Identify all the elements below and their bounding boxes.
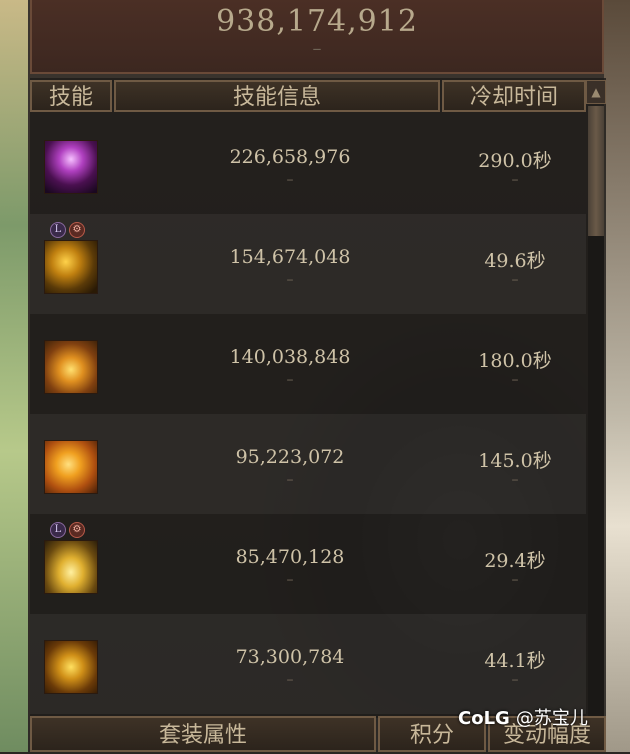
damage-change: – [286, 472, 294, 488]
total-damage-panel: 938,174,912 – [30, 0, 604, 74]
damage-change: – [286, 372, 294, 388]
skill-damage: 140,038,848 [229, 346, 351, 368]
gear-badge-icon: ⚙ [69, 222, 85, 238]
table-row[interactable]: 73,300,784 – 44.1秒 – [30, 614, 586, 714]
cooldown-change: – [511, 272, 519, 288]
golden-wings-skill-icon [44, 640, 98, 694]
tab-set-attributes[interactable]: 套装属性 [30, 716, 376, 752]
cooldown-change: – [511, 472, 519, 488]
golden-burst-skill-icon [44, 240, 98, 294]
colg-logo: CoLG [458, 708, 510, 729]
flame-blades-skill-icon [44, 440, 98, 494]
skill-cooldown: 49.6秒 [484, 250, 546, 272]
watermark-user: @苏宝儿 [515, 708, 588, 729]
left-background-strip [0, 0, 28, 752]
table-row[interactable]: L ⚙ 85,470,128 – 29.4秒 – [30, 514, 586, 614]
skill-damage: 85,470,128 [235, 546, 345, 568]
skill-badges: L ⚙ [50, 217, 88, 238]
right-background-strip [604, 0, 630, 752]
total-damage-change: – [312, 38, 322, 59]
skill-damage: 226,658,976 [229, 146, 351, 168]
column-header-skill[interactable]: 技能 [30, 80, 112, 112]
skill-cooldown: 290.0秒 [478, 150, 552, 172]
cooldown-change: – [511, 372, 519, 388]
table-row[interactable]: 140,038,848 – 180.0秒 – [30, 314, 586, 414]
level-badge-icon: L [50, 522, 66, 538]
skill-damage: 95,223,072 [235, 446, 345, 468]
scrollbar[interactable] [588, 106, 604, 716]
column-header-cooldown[interactable]: 冷却时间 [442, 80, 586, 112]
damage-change: – [286, 672, 294, 688]
table-row[interactable]: L ⚙ 154,674,048 – 49.6秒 – [30, 214, 586, 314]
scroll-up-button[interactable]: ▲ [586, 80, 606, 104]
skill-damage-table: 技能 技能信息 冷却时间 ▲ 226,658,976 – 290.0秒 – L ⚙… [30, 78, 606, 718]
column-header-skill-info[interactable]: 技能信息 [114, 80, 440, 112]
skill-damage: 73,300,784 [235, 646, 345, 668]
golden-vortex-skill-icon [44, 340, 98, 394]
level-badge-icon: L [50, 222, 66, 238]
watermark: CoLG @苏宝儿 [458, 704, 588, 730]
skill-cooldown: 180.0秒 [478, 350, 552, 372]
cooldown-change: – [511, 172, 519, 188]
skill-cooldown: 145.0秒 [478, 450, 552, 472]
dark-goddess-skill-icon [44, 140, 98, 194]
damage-change: – [286, 572, 294, 588]
damage-change: – [286, 272, 294, 288]
gear-badge-icon: ⚙ [69, 522, 85, 538]
golden-ring-skill-icon [44, 540, 98, 594]
table-header: 技能 技能信息 冷却时间 [30, 80, 606, 112]
cooldown-change: – [511, 572, 519, 588]
total-damage-value: 938,174,912 [216, 4, 418, 39]
skill-badges: L ⚙ [50, 517, 88, 538]
cooldown-change: – [511, 672, 519, 688]
skill-cooldown: 44.1秒 [484, 650, 546, 672]
scrollbar-thumb[interactable] [588, 106, 604, 236]
table-row[interactable]: 95,223,072 – 145.0秒 – [30, 414, 586, 514]
table-row[interactable]: 226,658,976 – 290.0秒 – [30, 114, 586, 214]
skill-cooldown: 29.4秒 [484, 550, 546, 572]
skill-damage: 154,674,048 [229, 246, 351, 268]
damage-change: – [286, 172, 294, 188]
